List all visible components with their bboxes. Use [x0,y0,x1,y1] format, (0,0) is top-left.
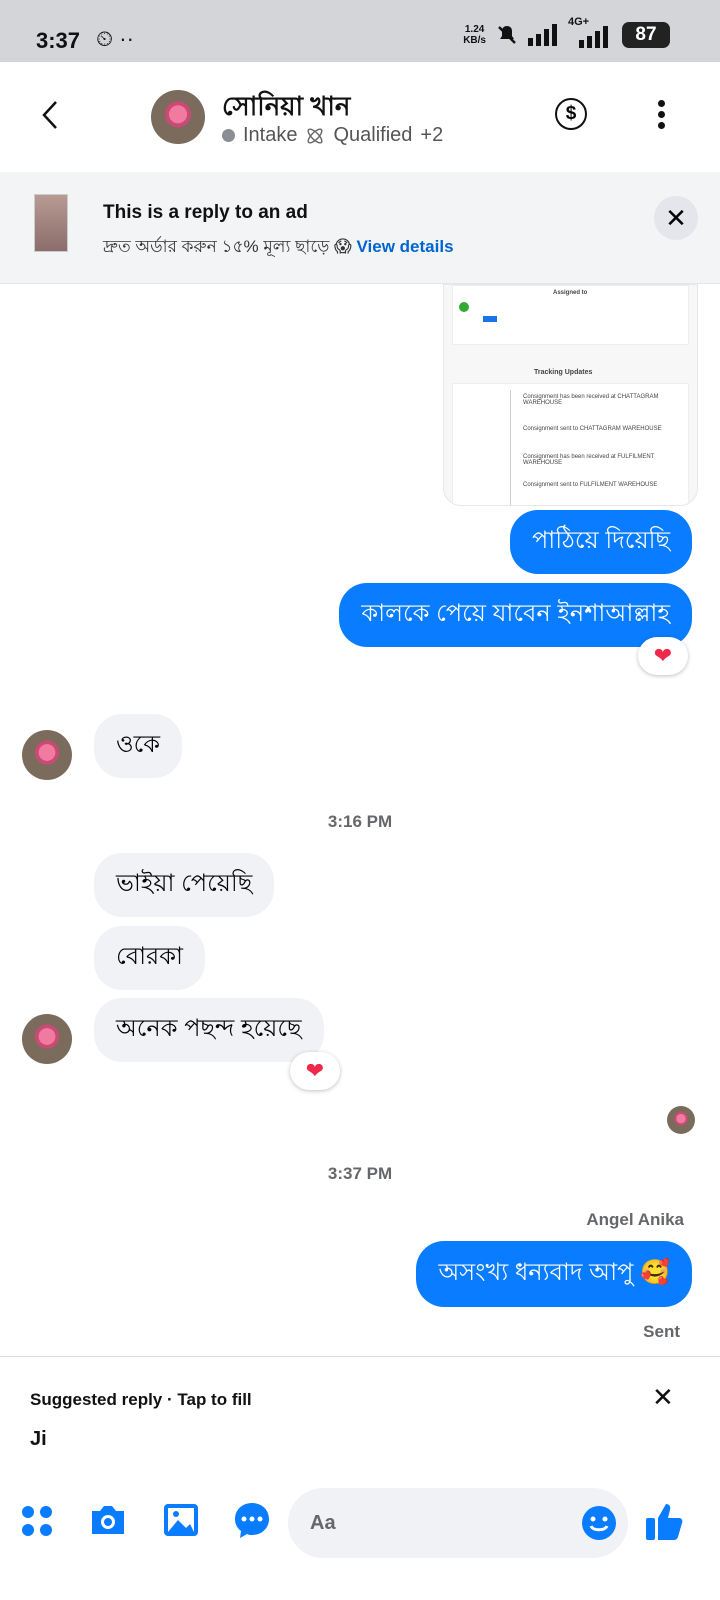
apps-icon[interactable] [20,1504,54,1538]
tracking-entry: Consignment sent to CHATTAGRAM WAREHOUSE [523,426,662,432]
signal-4g-icon: 4G+ [568,16,612,48]
tracking-entry: Consignment has been received at CHATTAG… [523,394,659,406]
status-left-icons: ⏲ ·· [96,26,134,51]
status-time: 3:37 [36,28,81,53]
ad-banner-title: This is a reply to an ad [103,202,308,223]
more-labels-count: +2 [420,124,444,146]
timestamp-separator: 3:37 PM [327,1164,393,1183]
gallery-icon[interactable] [162,1502,200,1538]
close-banner-button[interactable]: ✕ [654,196,698,240]
shared-image-message[interactable]: Assigned to Tracking Updates Consignment… [443,284,698,506]
call-chip [483,316,497,322]
chat-bubble-icon[interactable] [232,1500,272,1540]
ad-thumbnail[interactable] [34,194,68,252]
suggested-reply-chip[interactable]: Ji [30,1428,47,1451]
assignee-icon [459,302,469,312]
dollar-icon[interactable]: $ [555,98,587,130]
view-details-link[interactable]: View details [357,237,454,256]
atom-icon [307,127,324,144]
back-arrow-icon[interactable] [40,100,60,130]
stage-label: Intake [243,124,298,146]
heart-reaction-icon[interactable]: ❤ [290,1052,340,1090]
sent-status: Sent [643,1322,680,1341]
incoming-message[interactable]: ওকে [94,714,183,778]
stage-dot-icon [222,129,235,142]
tracking-title: Tracking Updates [534,369,593,376]
assigned-to-label: Assigned to [553,290,588,296]
qualified-label: Qualified [333,124,413,146]
close-suggestion-icon[interactable]: ✕ [652,1382,674,1413]
message-input[interactable]: Aa [288,1488,628,1558]
more-options-icon[interactable] [658,100,666,130]
contact-labels[interactable]: Intake Qualified +2 [222,124,443,147]
tracking-entry: Consignment has been received at FULFILM… [523,454,655,466]
signal-icon [528,24,557,46]
status-right: 1.24 KB/s 4G+ 87 [463,16,670,48]
timestamp-separator: 3:16 PM [327,812,393,831]
outgoing-message[interactable]: পাঠিয়ে দিয়েছি [509,510,692,574]
divider [0,1356,720,1357]
battery-indicator: 87 [622,22,670,48]
ad-banner-subtitle: দ্রুত অর্ডার করুন ১৫% মূল্য ছাড়ে 😱 View… [103,237,454,256]
outgoing-message[interactable]: কালকে পেয়ে যাবেন ইনশাআল্লাহ [339,583,692,647]
sender-name: Angel Anika [586,1210,684,1229]
thumbs-up-icon[interactable] [644,1500,684,1542]
incoming-message[interactable]: বোরকা [94,926,206,990]
read-receipt-avatar [667,1106,695,1134]
contact-avatar[interactable] [151,90,205,144]
mute-bell-icon [498,26,516,44]
contact-avatar[interactable] [22,1014,72,1064]
ad-reply-banner: This is a reply to an ad দ্রুত অর্ডার কর… [0,172,720,284]
camera-icon[interactable] [88,1502,128,1538]
tracking-entry: Consignment sent to FULFILMENT WAREHOUSE [523,482,658,488]
outgoing-message[interactable]: অসংখ্য ধন্যবাদ আপু 🥰 [416,1241,692,1307]
network-speed: 1.24 KB/s [463,24,486,46]
incoming-message[interactable]: অনেক পছন্দ হয়েছে [94,998,324,1062]
suggested-reply-title: Suggested reply · Tap to fill [30,1390,252,1409]
contact-avatar[interactable] [22,730,72,780]
status-bar: 3:37 ⏲ ·· 1.24 KB/s 4G+ 87 [0,0,720,62]
composer-bar: Aa [0,1480,720,1600]
emoji-icon[interactable] [580,1504,618,1542]
chat-header: সোনিয়া খান Intake Qualified +2 $ [0,62,720,172]
heart-reaction-icon[interactable]: ❤ [638,637,688,675]
incoming-message[interactable]: ভাইয়া পেয়েছি [94,853,275,917]
